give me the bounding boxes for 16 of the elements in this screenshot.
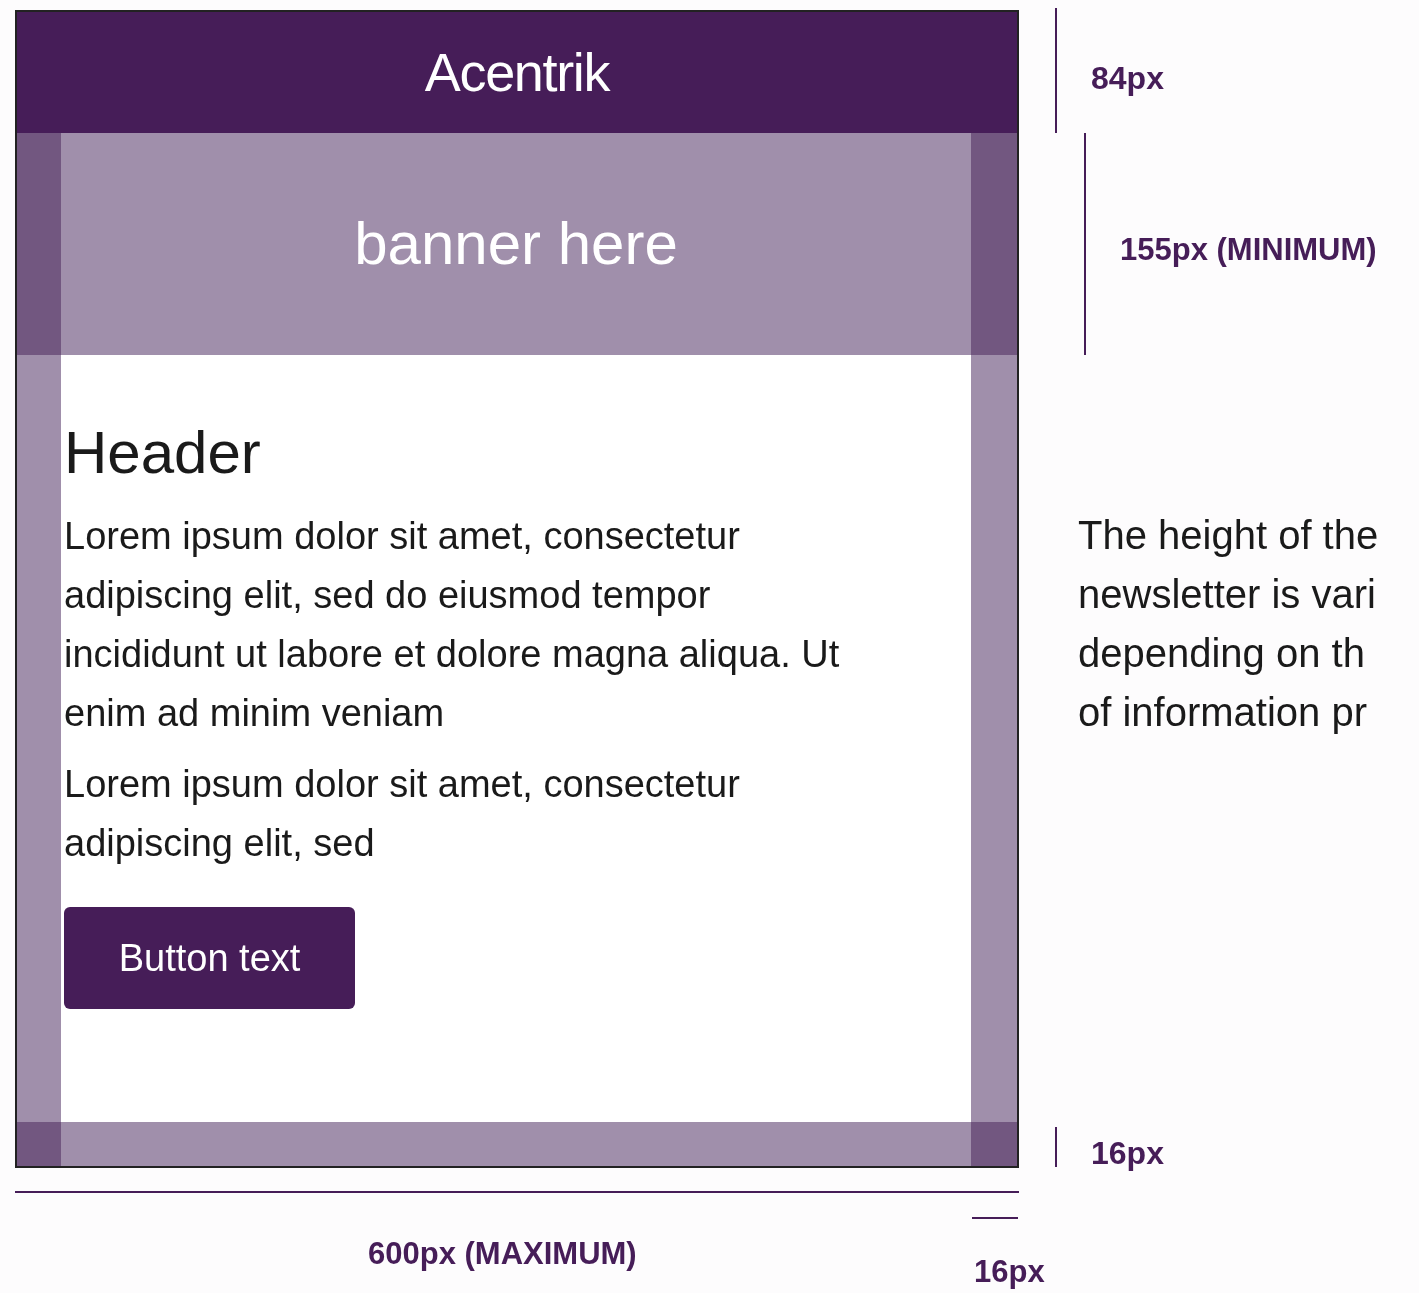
body-paragraph: Lorem ipsum dolor sit amet, consectetur adipiscing elit, sed do eiusmod tempor incididunt ut labore et dolore magna aliqua. Ut enim ad minim veniam xyxy=(64,514,841,736)
logo: Acentrik xyxy=(424,41,610,104)
corner-strip xyxy=(17,1122,61,1166)
measure-line xyxy=(972,1217,1018,1219)
measure-line xyxy=(1055,1127,1057,1167)
body-paragraph: Lorem ipsum dolor sit amet, consectetur adipiscing elit, sed xyxy=(64,762,741,866)
measure-label: 16px xyxy=(1091,1134,1164,1173)
measure-label: 84px xyxy=(1091,59,1164,98)
measure-label: 16px xyxy=(974,1256,1045,1287)
corner-strip xyxy=(971,1122,1017,1166)
measure-label: 155px (MINIMUM) xyxy=(1120,231,1377,269)
banner-text: banner here xyxy=(354,209,678,279)
content-header: Header xyxy=(64,418,262,488)
measure-label: 600px (MAXIMUM) xyxy=(368,1235,637,1273)
note-text: The height of the newsletter is vari depending on th of information pr xyxy=(1078,512,1379,736)
cta-button[interactable]: Button text xyxy=(64,907,355,1009)
